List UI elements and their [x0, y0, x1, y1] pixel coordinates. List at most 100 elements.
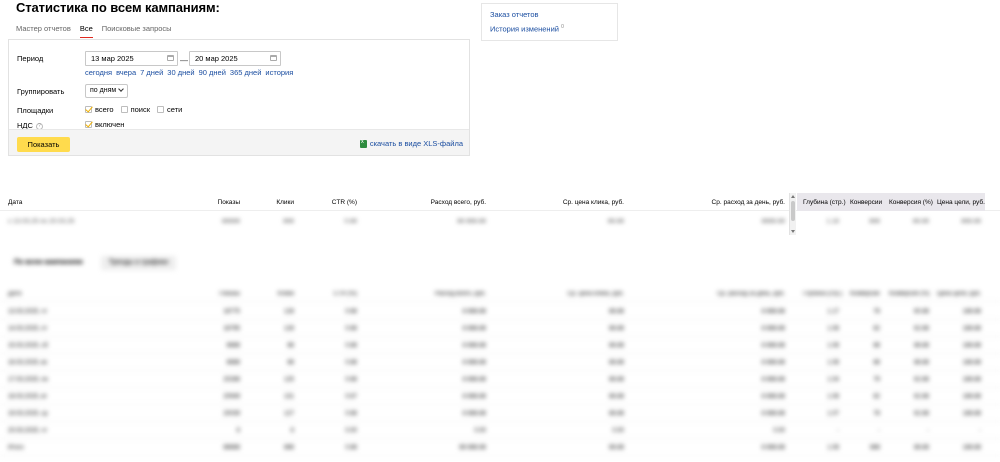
cell-ctr: 0.88	[345, 360, 357, 366]
columns-scrollbar[interactable]	[789, 193, 796, 235]
cell-impressions: 8888	[226, 343, 240, 349]
cell-goal-price: 188.88	[962, 309, 981, 315]
col-depth[interactable]: Глубина (стр.)	[803, 199, 846, 206]
cell-clicks: 125	[283, 377, 294, 383]
col-impressions[interactable]: Показы	[200, 199, 240, 206]
cell-avg-daily-cost: 8 888.88	[761, 377, 785, 383]
calendar-icon[interactable]	[270, 55, 277, 61]
detail-col-depth[interactable]: Глубина (стр.)	[803, 291, 842, 297]
cell-ctr: 0.88	[345, 445, 357, 451]
cell-goal-price: 188.88	[962, 343, 981, 349]
order-reports-link[interactable]: Заказ отчетов	[490, 10, 609, 19]
chevron-down-icon	[118, 86, 125, 92]
summary-clicks: 888	[283, 218, 294, 225]
col-conversion-rate[interactable]: Конверсия (%)	[889, 199, 933, 206]
cell-clicks: 128	[283, 309, 294, 315]
cell-goal-price: 188.88	[962, 360, 981, 366]
cell-impressions: 18775	[223, 309, 240, 315]
scroll-up-arrow-icon[interactable]	[791, 195, 795, 198]
cell-depth: -	[837, 428, 839, 434]
detail-col-total-cost[interactable]: Расход всего, руб.	[400, 291, 486, 297]
cell-avg-daily-cost: 8 888.88	[761, 343, 785, 349]
cell-conversion-rate: 60.88	[913, 309, 929, 315]
col-avg-daily-cost[interactable]: Ср. расход за день, руб.	[665, 199, 785, 206]
detail-col-avg-click-price[interactable]: Ср. цена клика, руб.	[520, 291, 624, 297]
detail-col-conversion-rate[interactable]: Конверсия (%)	[889, 291, 930, 297]
cell-goal-price: 188.88	[962, 445, 981, 451]
cell-date: 15.03.2025, сб	[8, 343, 48, 349]
cell-ctr: 0.68	[345, 326, 357, 332]
period-7-days-link[interactable]: 7 дней	[140, 68, 163, 77]
cell-conversions: 82	[873, 394, 880, 400]
date-to-value: 20 мар 2025	[195, 54, 238, 63]
download-xls-label: скачать в виде XLS-файла	[369, 139, 463, 148]
tab-all-campaigns[interactable]: По всем кампаниям	[6, 256, 91, 270]
platform-search-checkbox[interactable]	[120, 106, 128, 113]
col-total-cost[interactable]: Расход всего, руб.	[400, 199, 486, 206]
summary-avg-click-price: 88.88	[607, 218, 624, 225]
download-xls-link[interactable]: скачать в виде XLS-файла	[359, 139, 463, 148]
platform-all-checkbox[interactable]	[85, 106, 92, 113]
cell-ctr: 0.67	[345, 394, 357, 400]
date-to-input[interactable]: 20 мар 2025	[189, 51, 281, 66]
period-365-days-link[interactable]: 365 дней	[230, 68, 261, 77]
summary-depth: 1.18	[826, 218, 839, 225]
tab-search-queries[interactable]: Поисковые запросы	[102, 24, 172, 38]
detail-col-impressions[interactable]: Показы	[200, 291, 240, 297]
cell-goal-price: 188.88	[962, 326, 981, 332]
cell-goal-price: 188.88	[962, 411, 981, 417]
cell-total-cost: 8 888.88	[462, 411, 486, 417]
change-history-link[interactable]: История изменений 0	[490, 24, 609, 34]
col-date[interactable]: Дата	[8, 199, 22, 206]
tab-report-master[interactable]: Мастер отчетов	[16, 24, 71, 38]
detail-col-avg-daily-cost[interactable]: Ср. расход за день, руб.	[665, 291, 785, 297]
detail-table-header: Дата Показы Клики CTR (%) Расход всего, …	[0, 286, 1000, 302]
cell-conversion-rate: 62.88	[913, 411, 929, 417]
table-row: Итого 88888 888 0.88 88 888.88 88.88 8 888.88 1…	[0, 440, 1000, 456]
period-30-days-link[interactable]: 30 дней	[167, 68, 194, 77]
cell-depth: 1.08	[827, 445, 839, 451]
detail-col-clicks[interactable]: Клики	[260, 291, 294, 297]
detail-col-ctr[interactable]: CTR (%)	[317, 291, 357, 297]
detail-col-conversions[interactable]: Конверсии	[850, 291, 880, 297]
cell-date: 16.03.2025, вс	[8, 360, 48, 366]
platform-networks-checkbox[interactable]	[157, 106, 165, 113]
date-from-value: 13 мар 2025	[91, 54, 134, 63]
platform-networks-label: сети	[167, 105, 183, 114]
summary-ctr: 0.88	[344, 218, 357, 225]
period-today-link[interactable]: сегодня	[85, 68, 112, 77]
page-title: Статистика по всем кампаниям:	[16, 0, 220, 15]
group-by-select[interactable]: по дням	[85, 84, 129, 98]
col-conversions[interactable]: Конверсии	[850, 199, 882, 206]
period-yesterday-link[interactable]: вчера	[116, 68, 136, 77]
scroll-thumb[interactable]	[791, 201, 795, 221]
cell-ctr: 0.68	[345, 377, 357, 383]
tab-all[interactable]: Все	[79, 24, 93, 38]
change-history-label: История изменений	[490, 24, 559, 34]
period-90-days-link[interactable]: 90 дней	[199, 68, 226, 77]
table-row: 14.03.2025, пт 18795 128 0.68 8 888.88 88.88 8…	[0, 321, 1000, 337]
calendar-icon[interactable]	[167, 55, 174, 61]
col-avg-click-price[interactable]: Ср. цена клика, руб.	[520, 199, 624, 206]
period-history-link[interactable]: история	[265, 68, 293, 77]
cell-total-cost: 8 888.88	[462, 394, 486, 400]
table-row: 15.03.2025, сб 8888 88 0.88 8 888.88 88.88 8 8…	[0, 338, 1000, 354]
col-clicks[interactable]: Клики	[260, 199, 294, 206]
tab-trends-charts[interactable]: Тренды и графики	[100, 256, 177, 270]
vat-included-checkbox[interactable]	[85, 121, 92, 128]
cell-conversions: 79	[873, 377, 880, 383]
cell-avg-daily-cost: 8 888.88	[761, 394, 785, 400]
cell-total-cost: 8 888.88	[462, 343, 486, 349]
cell-impressions: 20949	[223, 394, 240, 400]
col-ctr[interactable]: CTR (%)	[317, 199, 357, 206]
show-button[interactable]: Показать	[17, 137, 70, 152]
col-goal-price[interactable]: Цена цели, руб.	[937, 199, 985, 206]
scroll-down-arrow-icon[interactable]	[791, 230, 795, 233]
detail-col-date[interactable]: Дата	[8, 291, 21, 297]
cell-total-cost: 8 888.88	[462, 326, 486, 332]
platforms-label: Площадки	[17, 106, 54, 115]
platforms-options: всего поиск сети	[85, 105, 186, 114]
cell-goal-price: -	[979, 428, 981, 434]
date-from-input[interactable]: 13 мар 2025	[85, 51, 178, 66]
detail-col-goal-price[interactable]: Цена цели, руб.	[937, 291, 981, 297]
